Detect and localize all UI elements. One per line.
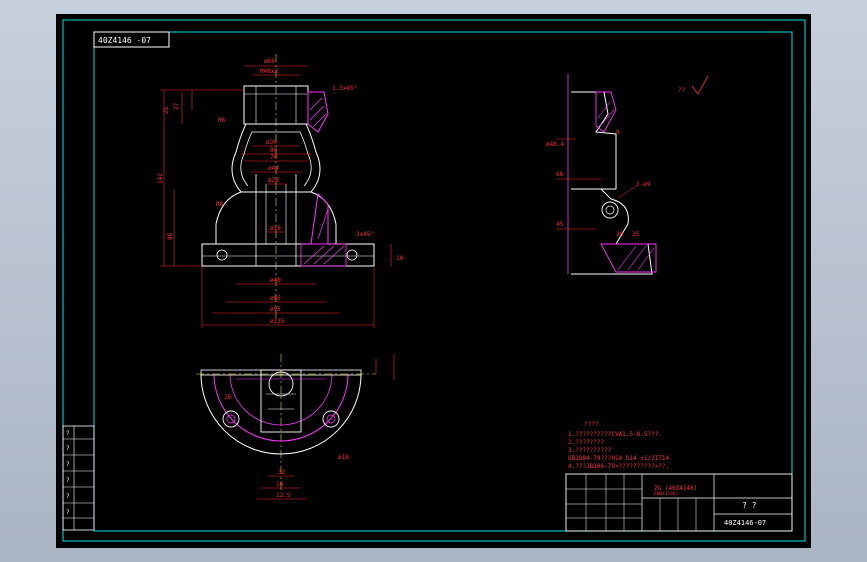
- dim-label: ø30: [266, 139, 277, 146]
- top-view: 32 16 12.5 26 ø18: [196, 354, 395, 500]
- code-box-text: 40Z4146 -07: [98, 36, 151, 45]
- roughness-text: ??: [678, 87, 686, 94]
- dim-label: ø48.4: [546, 141, 564, 148]
- dim-label: ø18: [338, 454, 349, 461]
- engineering-drawing: 40Z4146 -07 ? ? ? ? ? ? ø66 M48x2 ø30 80…: [62, 19, 806, 542]
- dim-label: ø18: [270, 225, 281, 232]
- dim-label: 45: [556, 221, 564, 228]
- dim-label: 70: [270, 154, 278, 161]
- dim-label: ø44: [268, 165, 279, 172]
- dim-label: 26: [224, 394, 232, 401]
- dim-label: 20: [616, 231, 624, 238]
- dim-label: 16: [276, 481, 284, 488]
- note-line: 1.??????????CVA1.5-8.5???.: [568, 431, 662, 438]
- dim-label: R6: [218, 117, 226, 124]
- technical-notes: ???? 1.??????????CVA1.5-8.5???. 2.??????…: [568, 421, 670, 470]
- dim-label: ø135: [270, 318, 285, 325]
- dim-label: 27: [173, 102, 180, 110]
- left-table-cell: ?: [66, 430, 70, 437]
- note-line: 4.???JB106-79×??????????×??.: [568, 463, 669, 470]
- dim-label: ø28: [268, 177, 279, 184]
- dim-label: M48x2: [260, 68, 278, 75]
- left-table-cell: ?: [66, 493, 70, 500]
- dim-label: ø95: [270, 306, 281, 313]
- title-drawing-number: 40Z4146-07: [724, 519, 766, 527]
- dim-label: 32: [278, 469, 286, 476]
- title-block: ZG (40Z4146) CHN(4146) ? ? 40Z4146-07: [565, 473, 793, 532]
- left-table-cell: ?: [66, 477, 70, 484]
- title-qty: ? ?: [742, 501, 757, 510]
- cad-model-viewport[interactable]: 40Z4146 -07 ? ? ? ? ? ? ø66 M48x2 ø30 80…: [56, 14, 811, 548]
- roughness-symbol: ??: [678, 75, 709, 95]
- dim-label: 25: [632, 231, 640, 238]
- outer-frame: [62, 19, 806, 542]
- dim-label: 25: [163, 106, 170, 114]
- cad-application-background: 40Z4146 -07 ? ? ? ? ? ? ø66 M48x2 ø30 80…: [0, 0, 867, 562]
- dim-label: 9: [616, 129, 620, 136]
- inner-frame: [93, 31, 793, 532]
- dim-label: 86: [167, 232, 174, 240]
- dim-label: ø66: [264, 58, 275, 65]
- note-line: 3.??????????: [568, 447, 612, 454]
- left-table-cell: ?: [66, 445, 70, 452]
- dim-label: R8: [216, 201, 224, 208]
- dim-label: 10: [396, 255, 404, 262]
- title-material: ZG (40Z4146): [654, 485, 697, 492]
- dim-label: 12.5: [276, 492, 291, 499]
- front-view: ø66 M48x2 ø30 80 70 ø44 ø28 ø18 ø40 ø85 …: [157, 54, 404, 328]
- dim-label: 80: [270, 147, 278, 154]
- notes-title: ????: [584, 421, 599, 428]
- title-sub: CHN(4146): [654, 491, 678, 497]
- dim-label: ø40: [270, 277, 281, 284]
- left-table-cell: ?: [66, 509, 70, 516]
- side-view: ø48.4 66 45 2-ø9 9 20 25: [546, 74, 657, 275]
- dim-label: 66: [556, 171, 564, 178]
- dim-label: ø85: [270, 295, 281, 302]
- left-table-cell: ?: [66, 461, 70, 468]
- note-line: GB1804-79???H14 h14 ±1/2IT14: [568, 455, 670, 462]
- dim-label: 1.5x45°: [332, 85, 357, 92]
- dim-label: 142: [157, 173, 164, 184]
- note-line: 2.????????: [568, 439, 605, 446]
- dim-label: 2-ø9: [636, 181, 651, 188]
- dim-label: 3x45°: [356, 231, 374, 238]
- left-revision-table: ? ? ? ? ? ?: [62, 425, 95, 531]
